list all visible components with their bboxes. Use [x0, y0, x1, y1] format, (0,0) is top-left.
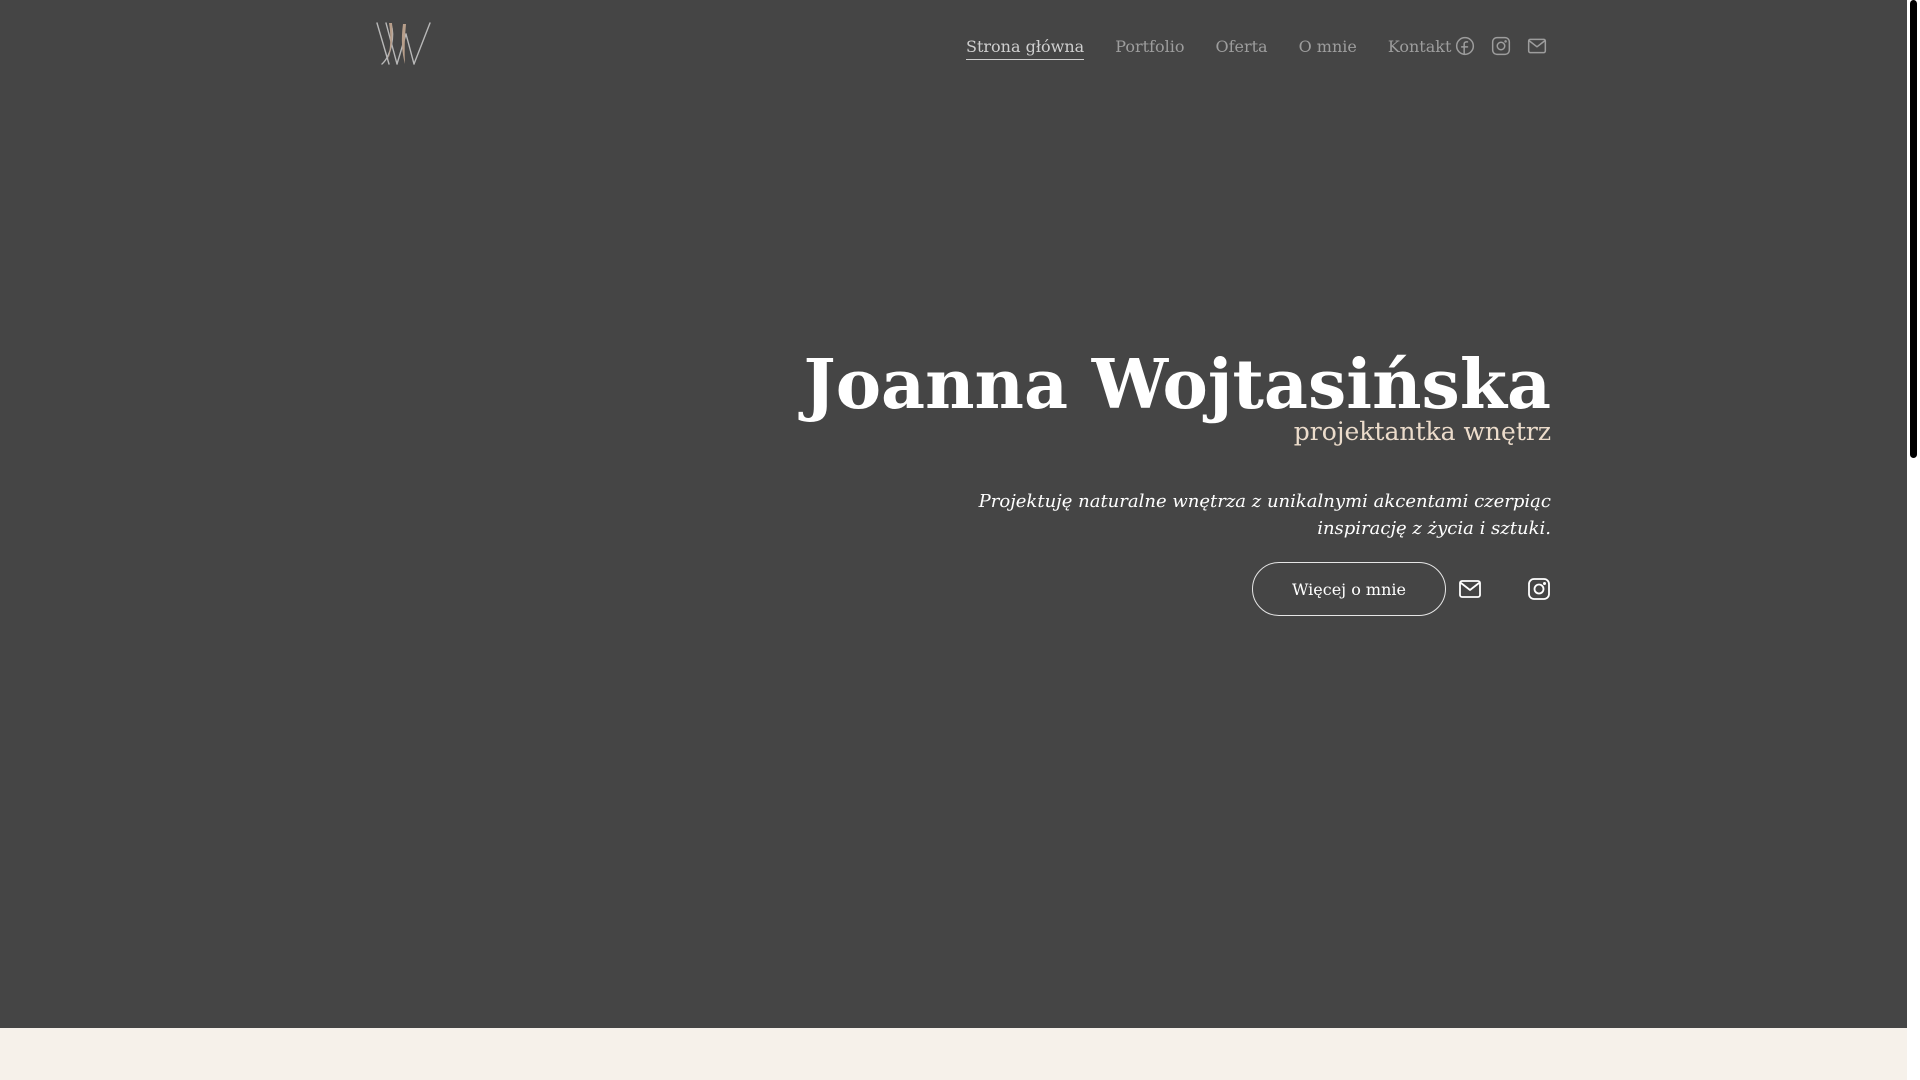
nav-item-contact[interactable]: Kontakt	[1388, 34, 1452, 60]
mail-icon[interactable]	[1458, 577, 1482, 601]
scrollbar-thumb[interactable]	[1910, 0, 1917, 458]
hero-cta-row: Więcej o mnie	[1252, 561, 1551, 617]
main-nav: Strona główna Portfolio Oferta O mnie Ko…	[966, 34, 1482, 60]
next-section-band	[0, 1028, 1907, 1080]
facebook-icon[interactable]	[1455, 36, 1475, 56]
site-logo[interactable]	[374, 20, 436, 68]
instagram-icon[interactable]	[1491, 36, 1511, 56]
scrollbar[interactable]	[1907, 0, 1920, 1080]
page: Strona główna Portfolio Oferta O mnie Ko…	[0, 0, 1920, 1080]
about-me-button[interactable]: Więcej o mnie	[1252, 562, 1446, 616]
nav-item-offer[interactable]: Oferta	[1215, 34, 1267, 60]
nav-item-portfolio[interactable]: Portfolio	[1115, 34, 1184, 60]
nav-item-home[interactable]: Strona główna	[966, 35, 1085, 60]
hero-section: Strona główna Portfolio Oferta O mnie Ko…	[0, 0, 1907, 1028]
instagram-icon[interactable]	[1527, 577, 1551, 601]
hero-title: Joanna Wojtasińska	[803, 345, 1551, 425]
hero-description: Projektuję naturalne wnętrza z unikalnym…	[978, 491, 1551, 539]
nav-item-about[interactable]: O mnie	[1299, 34, 1357, 60]
nav-social-icons	[1455, 36, 1547, 56]
hero-subtitle: projektantka wnętrz	[1293, 417, 1551, 446]
mail-icon[interactable]	[1527, 36, 1547, 56]
